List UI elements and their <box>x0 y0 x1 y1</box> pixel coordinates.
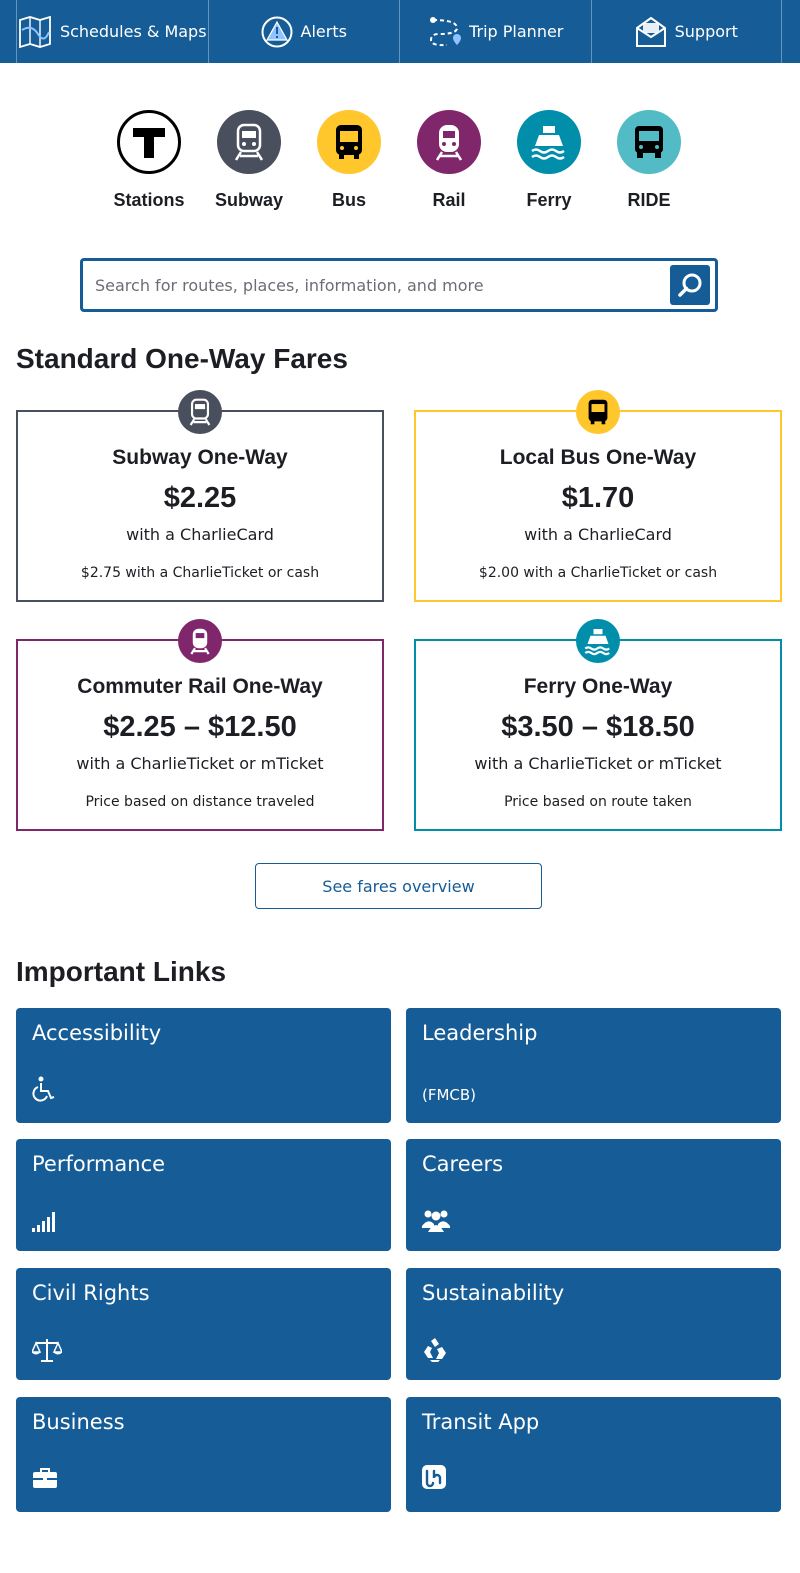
nav-label: Alerts <box>300 22 347 41</box>
fare-media: with a CharlieCard <box>524 525 672 544</box>
fare-title: Local Bus One-Way <box>499 446 697 469</box>
nav-trip-planner[interactable]: Trip Planner <box>399 0 591 63</box>
links-heading: Important Links <box>16 956 227 987</box>
link-tile-performance[interactable]: Performance <box>16 1139 391 1251</box>
mode-bus[interactable]: Bus <box>299 110 399 211</box>
fare-card-subway: Subway One-Way $2.25 with a CharlieCard … <box>16 390 384 602</box>
transit-modes: Stations Subway Bus Rail Ferry RIDE <box>99 110 699 211</box>
people-icon <box>422 1208 450 1232</box>
tile-label: Civil Rights <box>32 1281 150 1305</box>
signal-bars-icon <box>32 1210 58 1232</box>
mode-subway[interactable]: Subway <box>199 110 299 211</box>
fare-card-commuter-rail: Commuter Rail One-Way $2.25 – $12.50 wit… <box>16 619 384 831</box>
tile-label: Performance <box>32 1152 166 1176</box>
fare-note: $2.75 with a CharlieTicket or cash <box>80 565 320 581</box>
top-navigation: Schedules & Maps Alerts Trip Planner Sup… <box>0 0 800 63</box>
mode-label: Rail <box>432 190 466 210</box>
tile-label: Transit App <box>422 1410 540 1434</box>
nav-label: Schedules & Maps <box>59 22 207 41</box>
fare-media: with a CharlieCard <box>126 525 274 544</box>
station-t-icon <box>117 110 181 174</box>
search-input[interactable] <box>95 275 670 295</box>
wheelchair-icon <box>32 1076 56 1102</box>
recycle-icon <box>422 1338 448 1362</box>
bus-icon <box>576 390 620 434</box>
search-icon <box>678 273 702 297</box>
ferry-icon <box>517 110 581 174</box>
fare-note: Price based on route taken <box>504 794 692 810</box>
link-tile-accessibility[interactable]: Accessibility <box>16 1008 391 1123</box>
search-bar <box>80 258 718 312</box>
mode-rail[interactable]: Rail <box>399 110 499 211</box>
ferry-icon <box>576 619 620 663</box>
fare-price: $2.25 – $12.50 <box>103 711 297 743</box>
fare-title: Ferry One-Way <box>523 675 673 698</box>
mode-ride[interactable]: RIDE <box>599 110 699 211</box>
link-tile-civil-rights[interactable]: Civil Rights <box>16 1268 391 1380</box>
mode-ferry[interactable]: Ferry <box>499 110 599 211</box>
nav-label: Trip Planner <box>469 22 564 41</box>
bus-icon <box>317 110 381 174</box>
alert-icon <box>261 16 293 47</box>
search-button[interactable] <box>670 265 710 305</box>
tile-label: Business <box>32 1410 125 1434</box>
nav-label: Support <box>674 22 738 41</box>
support-icon <box>635 16 666 47</box>
fares-heading: Standard One-Way Fares <box>16 343 348 374</box>
subway-icon <box>217 110 281 174</box>
link-tile-business[interactable]: Business <box>16 1397 391 1512</box>
tile-label: Sustainability <box>422 1281 565 1305</box>
link-tile-sustainability[interactable]: Sustainability <box>406 1268 781 1380</box>
link-tile-careers[interactable]: Careers <box>406 1139 781 1251</box>
link-tile-leadership[interactable]: Leadership (FMCB) <box>406 1008 781 1123</box>
fare-note: $2.00 with a CharlieTicket or cash <box>478 565 718 581</box>
fare-price: $3.50 – $18.50 <box>501 711 695 743</box>
fare-card-bus: Local Bus One-Way $1.70 with a CharlieCa… <box>414 390 782 602</box>
rail-icon <box>417 110 481 174</box>
trip-planner-icon <box>430 16 462 46</box>
fare-price: $2.25 <box>163 482 237 514</box>
fare-note: Price based on distance traveled <box>85 794 315 810</box>
map-icon <box>19 15 51 48</box>
tile-label: Leadership <box>422 1021 538 1045</box>
nav-alerts[interactable]: Alerts <box>207 0 400 63</box>
fare-media: with a CharlieTicket or mTicket <box>76 754 324 773</box>
nav-schedules-maps[interactable]: Schedules & Maps <box>16 0 208 63</box>
see-fares-overview-button[interactable]: See fares overview <box>255 863 542 909</box>
mode-label: Subway <box>214 190 284 210</box>
subway-icon <box>178 390 222 434</box>
tile-sublabel: (FMCB) <box>422 1086 477 1104</box>
mode-label: Ferry <box>526 190 572 210</box>
fare-card-ferry: Ferry One-Way $3.50 – $18.50 with a Char… <box>414 619 782 831</box>
fare-media: with a CharlieTicket or mTicket <box>474 754 722 773</box>
scales-icon <box>32 1337 62 1363</box>
tile-label: Careers <box>422 1152 504 1176</box>
link-tile-transit-app[interactable]: Transit App <box>406 1397 781 1512</box>
mode-label: Bus <box>331 190 366 210</box>
mode-label: Stations <box>113 190 185 210</box>
nav-support[interactable]: Support <box>590 0 782 63</box>
tile-label: Accessibility <box>32 1021 162 1045</box>
fare-title: Subway One-Way <box>112 446 288 469</box>
fare-price: $1.70 <box>561 482 635 514</box>
briefcase-icon <box>32 1467 58 1489</box>
rail-icon <box>178 619 222 663</box>
fare-title: Commuter Rail One-Way <box>77 675 323 698</box>
mode-stations[interactable]: Stations <box>99 110 199 211</box>
transit-app-icon <box>422 1465 446 1489</box>
ride-icon <box>617 110 681 174</box>
mode-label: RIDE <box>627 190 671 210</box>
